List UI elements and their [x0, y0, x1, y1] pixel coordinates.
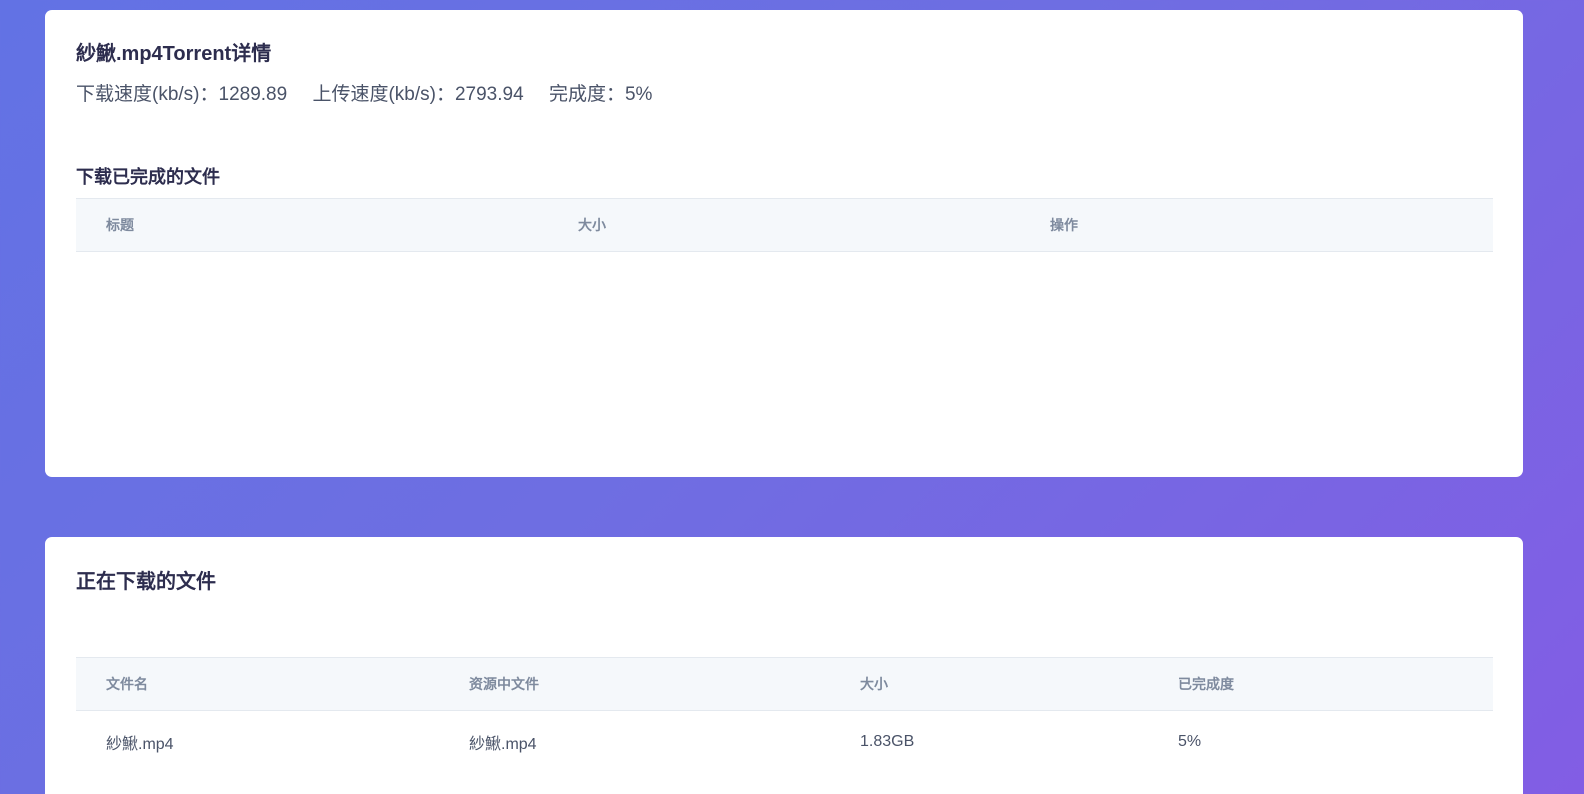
completed-files-title: 下载已完成的文件 — [76, 167, 220, 187]
column-header-filename: 文件名 — [76, 657, 439, 711]
torrent-title: 紗鰍.mp4Torrent详情 — [76, 43, 272, 65]
column-header-source-file: 资源中文件 — [439, 657, 830, 711]
cell-source-file: 紗鰍.mp4 — [469, 736, 537, 753]
download-speed: 下载速度(kb/s)：1289.89 — [76, 84, 288, 105]
cell-size: 1.83GB — [860, 733, 915, 750]
upload-speed: 上传速度(kb/s)：2793.94 — [312, 84, 524, 105]
downloading-files-table: 文件名 资源中文件 大小 已完成度 紗鰍.mp4 紗鰍.mp4 1.83GB 5… — [76, 657, 1493, 773]
downloading-files-body: 紗鰍.mp4 紗鰍.mp4 1.83GB 5% — [76, 711, 1493, 774]
column-header-title: 标题 — [76, 198, 548, 252]
table-row[interactable]: 紗鰍.mp4 紗鰍.mp4 1.83GB 5% — [76, 711, 1493, 774]
column-header-size: 大小 — [548, 198, 1020, 252]
completed-files-table: 标题 大小 操作 — [76, 198, 1493, 252]
column-header-progress: 已完成度 — [1148, 657, 1493, 711]
progress: 完成度：5% — [548, 84, 653, 105]
cell-filename: 紗鰍.mp4 — [106, 736, 174, 753]
column-header-size: 大小 — [830, 657, 1148, 711]
table-header-row: 文件名 资源中文件 大小 已完成度 — [76, 657, 1493, 711]
torrent-stats: 下载速度(kb/s)：1289.89 上传速度(kb/s)：2793.94 完成… — [76, 79, 672, 106]
cell-progress: 5% — [1178, 733, 1202, 750]
table-header-row: 标题 大小 操作 — [76, 198, 1493, 252]
column-header-actions: 操作 — [1020, 198, 1493, 252]
downloading-files-card: 正在下载的文件 文件名 资源中文件 大小 已完成度 紗鰍.mp4 紗鰍.mp4 … — [45, 537, 1523, 794]
downloading-files-title: 正在下载的文件 — [76, 571, 216, 593]
torrent-detail-card: 紗鰍.mp4Torrent详情 下载速度(kb/s)：1289.89 上传速度(… — [45, 10, 1523, 477]
